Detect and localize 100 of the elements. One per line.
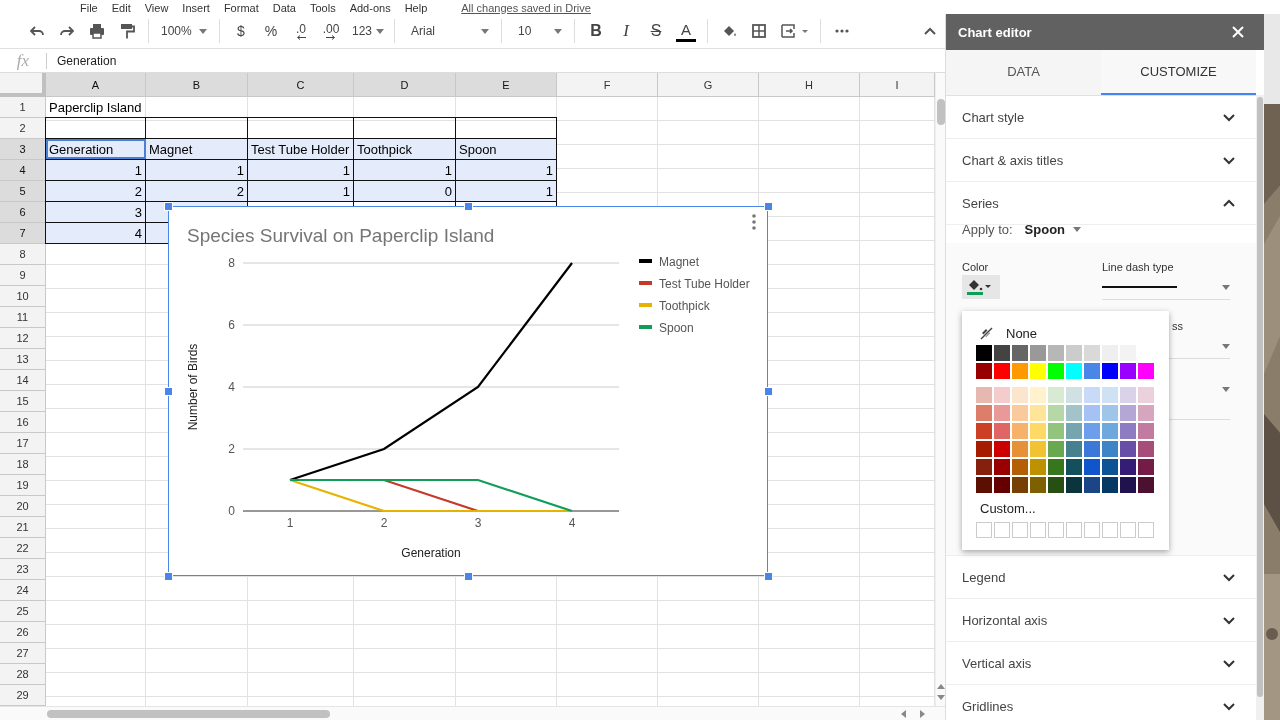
column-header[interactable]: E xyxy=(456,73,557,98)
axis-tick-label: 0 xyxy=(228,504,235,519)
italic-button[interactable]: I xyxy=(611,17,641,46)
editor-tab[interactable]: DATA xyxy=(946,50,1101,95)
table-cell: 1 xyxy=(456,160,557,181)
row-number[interactable]: 11 xyxy=(0,307,46,329)
table-cell: 2 xyxy=(146,181,248,202)
column-header[interactable]: F xyxy=(557,73,658,98)
row-number[interactable]: 10 xyxy=(0,286,46,308)
menu-item[interactable]: Format xyxy=(223,1,259,14)
function-label: fx xyxy=(15,50,31,71)
font-dropdown[interactable]: Arial xyxy=(401,17,495,46)
menu-item[interactable]: Add-ons xyxy=(349,1,391,14)
row-number[interactable]: 26 xyxy=(0,622,46,644)
no-color-option[interactable]: None xyxy=(976,323,1038,345)
save-status-link[interactable]: All changes saved in Drive xyxy=(461,1,591,14)
line-dash-label: Line dash type xyxy=(1102,260,1175,275)
chart-card[interactable]: Species Survival on Paperclip Island 0 2 4 6 8 1 2 3 4 Generation Number of Birds Magnet Test Tube Holder Toothpick Spoon xyxy=(168,206,768,577)
row-number[interactable]: 16 xyxy=(0,412,46,434)
row-number[interactable]: 2 xyxy=(0,118,46,140)
formula-input[interactable]: Generation xyxy=(47,53,117,68)
table-cell-text: Paperclip Island xyxy=(48,99,143,118)
decrease-decimals-button[interactable]: .0 xyxy=(286,17,316,46)
legend-label: Magnet xyxy=(659,255,700,270)
table-cell: Spoon xyxy=(456,139,557,160)
text-color-button[interactable]: A xyxy=(676,20,696,43)
row-number[interactable]: 4 xyxy=(0,160,46,182)
axis-tick-label: 2 xyxy=(228,442,235,457)
percent-button[interactable]: % xyxy=(256,17,286,46)
table-cell: Generation xyxy=(46,139,146,160)
row-number[interactable]: 22 xyxy=(0,538,46,560)
menu-item[interactable]: Tools xyxy=(309,1,336,14)
row-number[interactable]: 29 xyxy=(0,685,46,707)
row-number[interactable]: 28 xyxy=(0,664,46,686)
table-cell: 1 xyxy=(456,181,557,202)
row-number[interactable]: 15 xyxy=(0,391,46,413)
menu-item[interactable]: Edit xyxy=(111,1,131,14)
row-number[interactable]: 19 xyxy=(0,475,46,497)
axis-label: Number of Birds xyxy=(186,343,200,431)
column-header[interactable]: A xyxy=(46,73,146,98)
legend-label: Test Tube Holder xyxy=(659,277,750,292)
row-number[interactable]: 6 xyxy=(0,202,46,224)
column-header[interactable]: G xyxy=(658,73,759,98)
row-number[interactable]: 8 xyxy=(0,244,46,266)
row-number[interactable]: 27 xyxy=(0,643,46,665)
table-cell: 4 xyxy=(46,223,146,244)
number-format-dropdown[interactable]: 123 xyxy=(346,17,388,46)
table-cell: 3 xyxy=(46,202,146,223)
table-cell: Test Tube Holder xyxy=(248,139,354,160)
menu-item[interactable]: Insert xyxy=(182,1,210,14)
row-number[interactable]: 1 xyxy=(0,97,46,119)
line-series xyxy=(288,262,574,482)
axis-tick-label: 1 xyxy=(286,516,294,531)
row-number[interactable]: 9 xyxy=(0,265,46,287)
table-cell: 1 xyxy=(248,160,354,181)
editor-tab[interactable]: CUSTOMIZE xyxy=(1101,50,1256,95)
table-cell: 1 xyxy=(354,160,456,181)
row-number[interactable]: 24 xyxy=(0,580,46,602)
row-number[interactable]: 18 xyxy=(0,454,46,476)
row-number[interactable]: 25 xyxy=(0,601,46,623)
row-number[interactable]: 5 xyxy=(0,181,46,203)
table-cell: Magnet xyxy=(146,139,248,160)
row-number[interactable]: 13 xyxy=(0,349,46,371)
custom-color-option[interactable]: Custom... xyxy=(976,495,1036,522)
line-thickness-label: ss xyxy=(1172,320,1183,332)
menu-item[interactable]: View xyxy=(144,1,169,14)
increase-decimals-button[interactable]: .00 xyxy=(316,17,346,46)
row-number[interactable]: 17 xyxy=(0,433,46,455)
row-number[interactable]: 7 xyxy=(0,223,46,245)
menu-item[interactable]: Help xyxy=(404,1,428,14)
strikethrough-button[interactable]: S xyxy=(641,17,671,46)
table-cell: Toothpick xyxy=(354,139,456,160)
font-size-dropdown[interactable]: 10 xyxy=(508,17,568,46)
row-number[interactable]: 12 xyxy=(0,328,46,350)
currency-button[interactable]: $ xyxy=(226,17,256,46)
table-cell: 2 xyxy=(46,181,146,202)
row-number[interactable]: 21 xyxy=(0,517,46,539)
menu-item[interactable]: File xyxy=(80,1,98,14)
table-cell: 1 xyxy=(146,160,248,181)
legend-label: Spoon xyxy=(659,321,694,336)
table-cell: 0 xyxy=(354,181,456,202)
legend-label: Toothpick xyxy=(659,299,710,314)
column-header[interactable]: H xyxy=(759,73,860,98)
axis-tick-label: 2 xyxy=(380,516,388,531)
column-header[interactable]: B xyxy=(146,73,248,98)
column-header[interactable]: I xyxy=(860,73,935,98)
table-cell: 1 xyxy=(248,181,354,202)
column-header[interactable]: C xyxy=(248,73,354,98)
axis-tick-label: 3 xyxy=(474,516,482,531)
axis-tick-label: 6 xyxy=(228,318,235,333)
bold-button[interactable]: B xyxy=(581,17,611,46)
row-number[interactable]: 3 xyxy=(0,139,46,161)
column-header[interactable]: D xyxy=(354,73,456,98)
row-number[interactable]: 23 xyxy=(0,559,46,581)
panel-title: Chart editor xyxy=(958,24,1032,40)
row-number[interactable]: 20 xyxy=(0,496,46,518)
menu-item[interactable]: Data xyxy=(272,1,296,14)
zoom-dropdown[interactable]: 100% xyxy=(155,17,213,46)
row-number[interactable]: 14 xyxy=(0,370,46,392)
axis-tick-label: 4 xyxy=(228,380,235,395)
